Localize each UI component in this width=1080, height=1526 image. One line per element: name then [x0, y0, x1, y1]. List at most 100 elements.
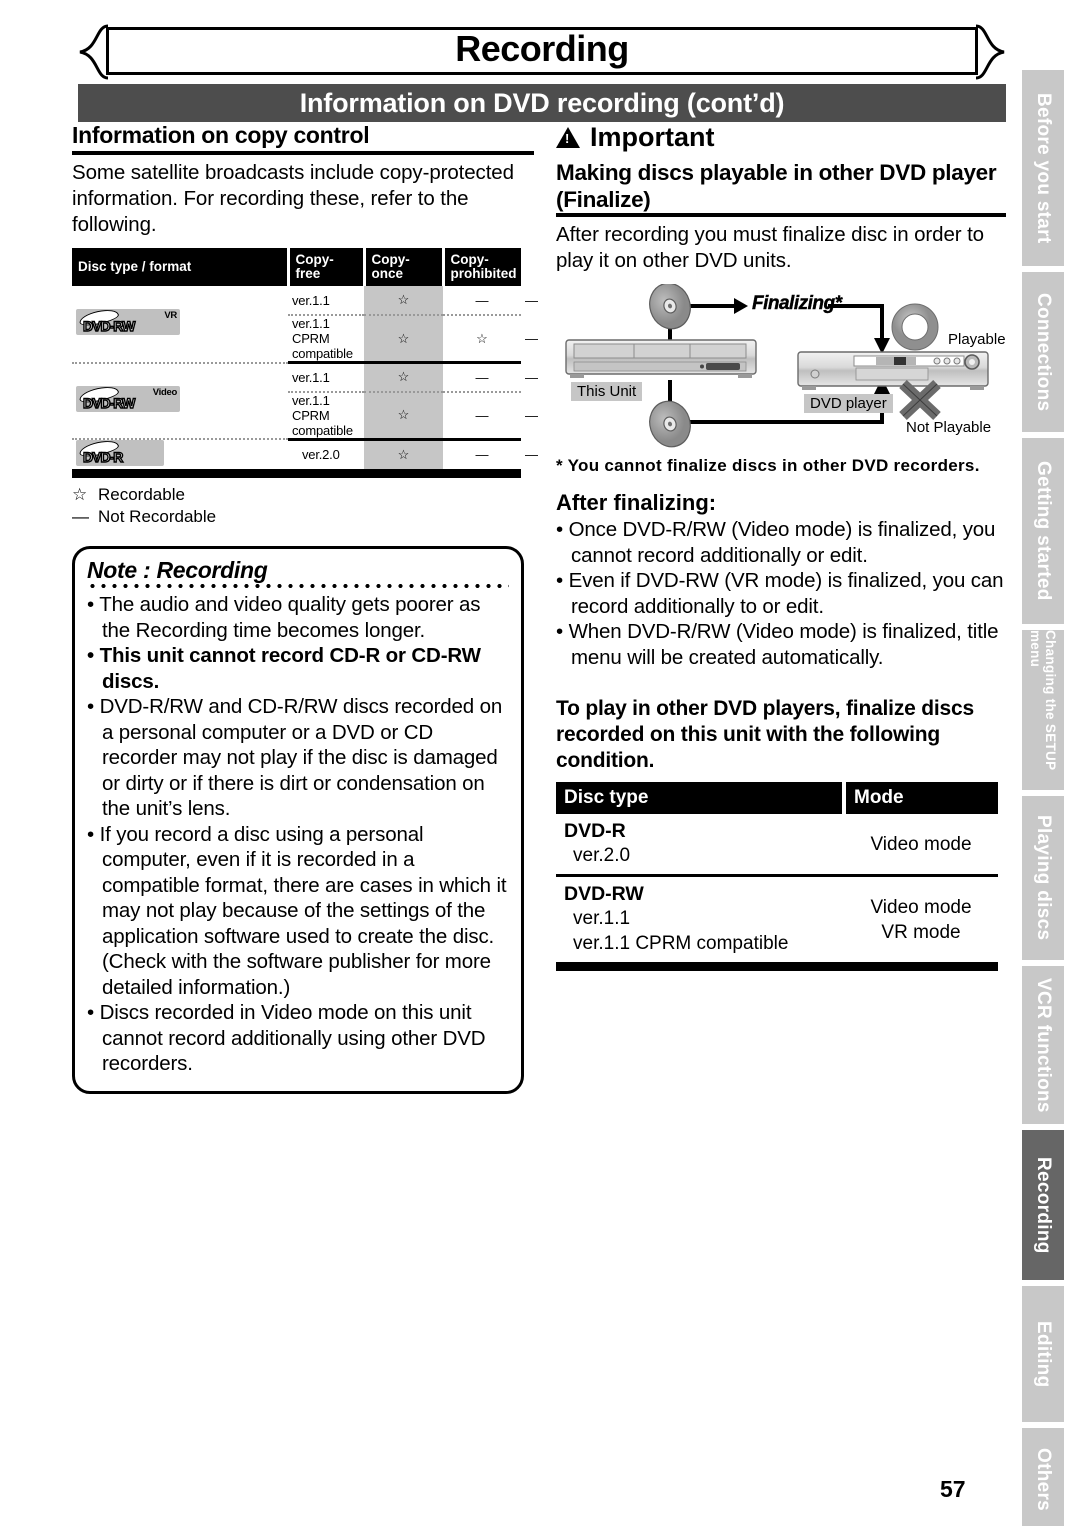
sidebar-tab-before-you-start[interactable]: Before you start — [1022, 70, 1064, 266]
format-label: ver.1.1 CPRM compatible — [288, 391, 364, 441]
cell-copy-free: ☆ — [364, 315, 443, 364]
disc-type-cell: DVD-RW ver.1.1 ver.1.1 CPRM compatible — [556, 876, 844, 963]
chapter-banner: Recording — [78, 24, 1006, 80]
sidebar-tab-vcr-functions[interactable]: VCR functions — [1022, 966, 1064, 1124]
cell-copy-free: ☆ — [364, 391, 443, 441]
table-header-row: Disc type / format Copy-free Copy-once C… — [72, 248, 521, 286]
mode-cell: Video mode VR mode — [844, 876, 998, 963]
table-row: VR DVD-RW ver.1.1 ☆ — — — [72, 286, 538, 364]
col-copy-prohibited: Copy-prohibited — [443, 248, 521, 286]
this-unit-label: This Unit — [571, 382, 643, 401]
dvd-r-logo-icon: DVD-R — [76, 440, 164, 466]
list-item: DVD-R/RW and CD-R/RW discs recorded on a… — [87, 694, 509, 822]
important-label: Important — [590, 122, 715, 152]
sidebar-tab-connections[interactable]: Connections — [1022, 272, 1064, 432]
list-item: Discs recorded in Video mode on this uni… — [87, 1000, 509, 1077]
warning-triangle-icon — [556, 127, 580, 148]
col-copy-once: Copy-once — [364, 248, 445, 286]
chapter-tab-sidebar: Before you start Connections Getting sta… — [1022, 70, 1064, 1526]
legend-item: — Not Recordable — [72, 506, 534, 528]
list-item: This unit cannot record CD-R or CD-RW di… — [87, 643, 509, 694]
logo-sublabel: VR — [164, 310, 177, 322]
table-row: DVD-R ver.2.0 Video mode — [556, 814, 998, 877]
subheading-rule — [556, 213, 1006, 217]
legend-text: Recordable — [98, 485, 185, 504]
after-finalizing-heading: After finalizing: — [556, 490, 717, 515]
note-box-title: Note : Recording — [87, 557, 268, 583]
mode-value: Video mode — [870, 896, 972, 918]
disc-mode-table: Disc type Mode DVD-R ver.2.0 Video mode — [556, 782, 998, 962]
list-item: The audio and video quality gets poorer … — [87, 592, 509, 643]
sidebar-tab-editing[interactable]: Editing — [1022, 1286, 1064, 1422]
copy-control-intro: Some satellite broadcasts include copy-p… — [72, 161, 514, 236]
logo-mark: DVD-RW — [82, 318, 136, 335]
section-header-title: Information on DVD recording (cont’d) — [299, 87, 785, 118]
sidebar-tab-playing-discs[interactable]: Playing discs — [1022, 796, 1064, 960]
condition-lead-text: To play in other DVD players, finalize d… — [556, 697, 974, 772]
copy-control-heading: Information on copy control — [72, 122, 370, 148]
table-row: DVD-R ver.2.0 ☆ — — — [72, 439, 538, 469]
disc-name: DVD-RW — [564, 883, 644, 905]
diagram-footnote: * You cannot finalize discs in other DVD… — [556, 456, 980, 475]
disc-logo-cell-dvdr: DVD-R — [72, 439, 288, 469]
cell-copy-once: — — [443, 391, 521, 441]
list-item: Once DVD-R/RW (Video mode) is finalized,… — [556, 517, 1006, 568]
important-header: Important — [556, 122, 1006, 153]
logo-mark: DVD-R — [82, 448, 124, 465]
note-recording-box: Note : Recording The audio and video qua… — [72, 546, 524, 1094]
legend-item: ☆ Recordable — [72, 484, 534, 506]
disc-logo-cell-dvdrw-video: Video DVD-RW — [72, 362, 288, 440]
disc-mode-table-bottom-rule — [556, 962, 998, 971]
playable-label: Playable — [948, 331, 1006, 348]
col-disc-type: Disc type — [556, 782, 846, 814]
disc-version: ver.1.1 — [573, 908, 631, 929]
table-header-row: Disc type Mode — [556, 782, 998, 814]
cell-copy-once: — — [443, 362, 521, 393]
format-label: ver.1.1 CPRM compatible — [288, 315, 364, 364]
page-number: 57 — [940, 1476, 966, 1502]
disc-name: DVD-R — [564, 820, 626, 842]
logo-mark: DVD-RW — [82, 395, 136, 412]
sidebar-tab-changing-setup-menu[interactable]: Changing the SETUP menu — [1022, 630, 1064, 790]
cell-copy-once: — — [475, 447, 489, 463]
col-disc-type: Disc type / format — [72, 248, 290, 286]
legend-text: Not Recordable — [98, 507, 217, 526]
cell-copy-once: ☆ — [443, 315, 521, 364]
chapter-title: Recording — [455, 28, 629, 69]
manual-page: Recording Information on DVD recording (… — [0, 0, 1080, 1526]
cell-copy-free: ☆ — [364, 362, 443, 393]
finalize-subheading: Making discs playable in other DVD playe… — [556, 160, 997, 212]
dvd-player-label: DVD player — [804, 394, 893, 413]
disc-logo-cell-dvdrw-vr: VR DVD-RW — [72, 286, 288, 364]
right-column: Important Making discs playable in other… — [556, 122, 1006, 971]
disc-version: ver.2.0 — [573, 845, 631, 866]
sidebar-tab-recording[interactable]: Recording — [1022, 1130, 1064, 1280]
note-bullet-list: The audio and video quality gets poorer … — [87, 592, 509, 1077]
section-header: Information on DVD recording (cont’d) — [78, 84, 1006, 122]
left-column: Information on copy control Some satelli… — [72, 122, 538, 1094]
table-legend: ☆ Recordable — Not Recordable — [72, 484, 534, 528]
mode-value: Video mode — [870, 833, 972, 855]
table-row: Video DVD-RW ver.1.1 ☆ — — — [72, 362, 538, 440]
table-row: DVD-RW ver.1.1 ver.1.1 CPRM compatible V… — [556, 876, 998, 963]
cell-copy-free: ☆ — [364, 439, 443, 469]
list-item: Even if DVD-RW (VR mode) is finalized, y… — [556, 568, 1006, 619]
logo-sublabel: Video — [152, 387, 178, 399]
finalize-intro: After recording you must finalize disc i… — [556, 223, 984, 272]
dvd-rw-video-logo-icon: Video DVD-RW — [76, 386, 180, 413]
format-label: ver.1.1 — [288, 362, 364, 393]
not-playable-label: Not Playable — [906, 419, 992, 436]
cell-copy-free: ☆ — [364, 286, 443, 316]
format-label: ver.2.0 — [302, 447, 340, 463]
sidebar-tab-others[interactable]: Others — [1022, 1428, 1064, 1526]
after-finalizing-list: Once DVD-R/RW (Video mode) is finalized,… — [556, 517, 1006, 670]
finalizing-label: Finalizing* — [752, 293, 842, 314]
finalizing-diagram: Finalizing* This Unit DVD player Playabl… — [556, 284, 1006, 452]
disc-version: ver.1.1 CPRM compatible — [573, 933, 789, 954]
sidebar-tab-getting-started[interactable]: Getting started — [1022, 438, 1064, 624]
dvd-rw-vr-logo-icon: VR DVD-RW — [76, 309, 180, 336]
table-bottom-rule — [72, 469, 521, 478]
col-mode: Mode — [844, 782, 998, 814]
mode-value: VR mode — [881, 921, 961, 943]
disc-type-cell: DVD-R ver.2.0 — [556, 814, 844, 877]
